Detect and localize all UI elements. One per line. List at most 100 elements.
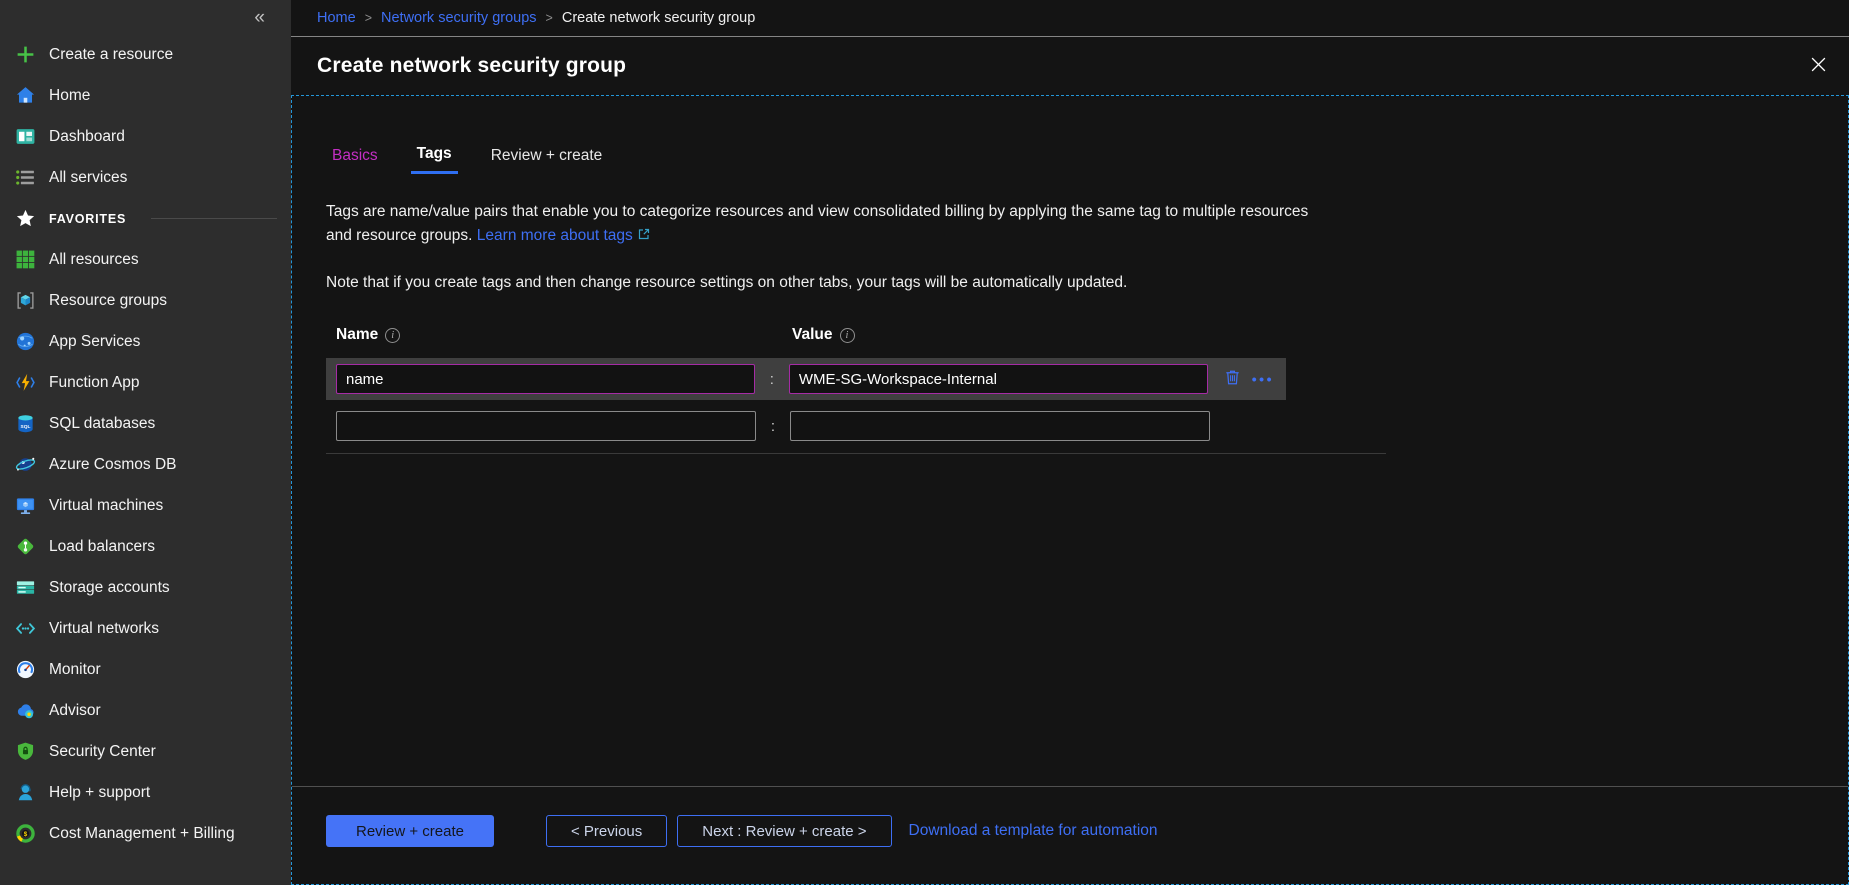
divider [151,218,277,219]
star-icon [15,208,36,229]
sidebar-item-advisor[interactable]: Advisor [0,690,291,731]
advisor-icon [15,700,36,721]
sidebar-item-label: Dashboard [49,128,125,146]
breadcrumb-item-home[interactable]: Home [317,10,356,26]
database-icon: SQL [15,413,36,434]
sidebar-item-monitor[interactable]: Monitor [0,649,291,690]
sidebar-item-label: Storage accounts [49,579,170,597]
tab-tags[interactable]: Tags [411,144,458,174]
tag-value-input[interactable] [789,364,1208,394]
sidebar-nav: Create a resource Home Dashboard All servic… [0,34,291,854]
external-link-icon [637,225,651,249]
sidebar-item-azure-cosmos-db[interactable]: Azure Cosmos DB [0,444,291,485]
breadcrumb-separator: > [365,11,372,25]
panel-body: Basics Tags Review + create Tags are name/… [292,96,1848,786]
sidebar-item-label: Load balancers [49,538,155,556]
plus-icon [15,44,36,65]
main-area: Home > Network security groups > Create netw… [291,0,1849,885]
azure-portal: « Create a resource Home Dashboard All serv… [0,0,1849,885]
breadcrumb-item-network-security-groups[interactable]: Network security groups [381,10,537,26]
sidebar-item-virtual-networks[interactable]: Virtual networks [0,608,291,649]
page-title: Create network security group [317,54,626,78]
tag-row: : ••• [326,358,1286,400]
title-bar: Create network security group [291,37,1849,95]
sidebar-item-label: Home [49,87,90,105]
tag-row: : [326,405,1286,447]
sidebar-item-function-app[interactable]: Function App [0,362,291,403]
tag-name-input[interactable] [336,364,755,394]
value-column-header: Value [792,326,833,344]
sidebar-item-label: Advisor [49,702,101,720]
delete-tag-button[interactable] [1221,366,1244,392]
breadcrumb: Home>Network security groups>Create netw… [291,0,1849,37]
sidebar-item-home[interactable]: Home [0,75,291,116]
learn-more-link[interactable]: Learn more about tags [477,227,651,244]
trash-icon [1223,368,1242,390]
sidebar-item-all-resources[interactable]: All resources [0,239,291,280]
sidebar-item-resource-groups[interactable]: Resource groups [0,280,291,321]
divider [326,453,1386,454]
sidebar-item-create-a-resource[interactable]: Create a resource [0,34,291,75]
tag-name-input[interactable] [336,411,756,441]
name-column-header: Name [336,326,378,344]
sidebar-item-dashboard[interactable]: Dashboard [0,116,291,157]
tag-value-input[interactable] [790,411,1210,441]
next-button[interactable]: Next : Review + create > [677,815,891,847]
tab-review-create[interactable]: Review + create [485,144,609,174]
sidebar-item-label: Cost Management + Billing [49,825,235,843]
sidebar-item-label: FAVORITES [49,212,126,226]
sidebar-item-sql-databases[interactable]: SQL SQL databases [0,403,291,444]
sidebar-collapse-row: « [0,0,291,34]
info-icon[interactable]: i [385,328,400,343]
review-create-button[interactable]: Review + create [326,815,494,847]
sidebar-item-favorites: FAVORITES [0,198,291,239]
tab-basics[interactable]: Basics [326,144,384,174]
sidebar-item-security-center[interactable]: Security Center [0,731,291,772]
previous-button[interactable]: < Previous [546,815,667,847]
sidebar-item-label: Virtual machines [49,497,163,515]
sidebar-item-label: Create a resource [49,46,173,64]
sidebar-item-label: Function App [49,374,139,392]
sidebar: « Create a resource Home Dashboard All serv… [0,0,291,885]
colon-separator: : [755,371,789,388]
create-nsg-panel: Basics Tags Review + create Tags are name/… [291,95,1849,885]
sidebar-item-label: Azure Cosmos DB [49,456,176,474]
sidebar-item-load-balancers[interactable]: Load balancers [0,526,291,567]
sidebar-item-label: Help + support [49,784,150,802]
grid-icon [15,249,36,270]
gauge-icon [15,659,36,680]
tags-note-text: Note that if you create tags and then ch… [326,271,1336,294]
sidebar-item-label: Monitor [49,661,101,679]
all-services-icon [15,167,36,188]
sidebar-item-cost-management-billing[interactable]: $ Cost Management + Billing [0,813,291,854]
sidebar-item-label: Resource groups [49,292,167,310]
dashboard-icon [15,126,36,147]
tab-bar: Basics Tags Review + create [326,144,1848,174]
sidebar-item-label: SQL databases [49,415,155,433]
balancer-icon [15,536,36,557]
more-options-icon[interactable]: ••• [1250,369,1276,389]
billing-icon: $ [15,823,36,844]
planet-icon [15,454,36,475]
sidebar-item-all-services[interactable]: All services [0,157,291,198]
cube-icon [15,290,36,311]
sidebar-item-app-services[interactable]: App Services [0,321,291,362]
sidebar-item-label: All services [49,169,127,187]
storage-icon [15,577,36,598]
info-icon[interactable]: i [840,328,855,343]
tags-intro-text: Tags are name/value pairs that enable yo… [326,200,1311,249]
intro-text: Tags are name/value pairs that enable yo… [326,203,1308,244]
sidebar-collapse-icon[interactable]: « [248,7,271,28]
support-icon [15,782,36,803]
close-icon [1810,56,1827,76]
sidebar-item-virtual-machines[interactable]: Virtual machines [0,485,291,526]
home-icon [15,85,36,106]
tags-table: Name i Value i : [326,326,1848,454]
sidebar-item-help-support[interactable]: Help + support [0,772,291,813]
close-button[interactable] [1804,50,1833,82]
sidebar-item-storage-accounts[interactable]: Storage accounts [0,567,291,608]
download-template-link[interactable]: Download a template for automation [909,822,1158,840]
sidebar-item-label: Virtual networks [49,620,159,638]
shield-icon [15,741,36,762]
breadcrumb-separator: > [546,11,553,25]
